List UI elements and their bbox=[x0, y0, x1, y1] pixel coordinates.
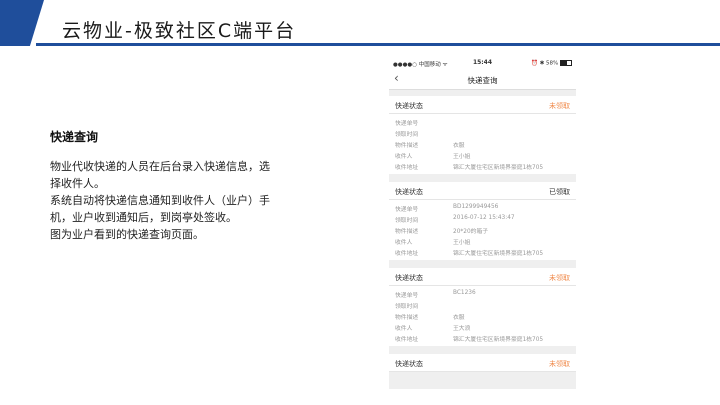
status-label: 快递状态 bbox=[395, 360, 423, 368]
field-value: 2016-07-12 15:43:47 bbox=[453, 215, 515, 221]
field-value: 王大浪 bbox=[453, 326, 471, 332]
status-badge: 未领取 bbox=[549, 360, 570, 368]
express-field-row: 收件人 王大浪 bbox=[389, 321, 576, 332]
status-badge: 已领取 bbox=[549, 188, 570, 196]
field-label: 物件描述 bbox=[395, 315, 419, 321]
battery-icon bbox=[560, 60, 572, 66]
feature-description: 快递查询 物业代收快递的人员在后台录入快递信息，选 择收件人。 系统自动将快递信… bbox=[50, 128, 300, 243]
field-value: 20*20的箱子 bbox=[453, 229, 489, 235]
express-field-row: 快递单号 BD1299949456 bbox=[389, 202, 576, 213]
express-field-row: 领取时间 bbox=[389, 299, 576, 310]
express-card[interactable]: 快递状态 未领取快递单号 BC1236 领取时间物件描述 衣服收件人 王大浪收件地址 锦汇大… bbox=[389, 268, 576, 346]
field-label: 收件人 bbox=[395, 154, 413, 160]
express-field-row: 领取时间 2016-07-12 15:43:47 bbox=[389, 213, 576, 224]
field-label: 物件描述 bbox=[395, 143, 419, 149]
description-heading: 快递查询 bbox=[50, 130, 99, 144]
field-label: 收件地址 bbox=[395, 251, 419, 257]
status-label: 快递状态 bbox=[395, 188, 423, 196]
express-fields: 快递单号领取时间物件描述 衣服收件人 王小姐收件地址 锦汇大厦住宅区新境界豪庭1栋70… bbox=[389, 114, 576, 174]
field-label: 快递单号 bbox=[395, 207, 419, 213]
express-card-header: 快递状态 未领取 bbox=[389, 96, 576, 114]
express-field-row: 物件描述 衣服 bbox=[389, 310, 576, 321]
field-label: 收件地址 bbox=[395, 165, 419, 171]
field-value: BD1299949456 bbox=[453, 204, 499, 210]
slide-title: 云物业-极致社区C端平台 bbox=[62, 20, 297, 42]
express-card-header: 快递状态 已领取 bbox=[389, 182, 576, 200]
field-value: BC1236 bbox=[453, 290, 476, 296]
status-label: 快递状态 bbox=[395, 102, 423, 110]
express-field-row: 领取时间 bbox=[389, 127, 576, 138]
description-line: 机，业户收到通知后，到岗亭处签收。 bbox=[50, 211, 237, 224]
field-label: 领取时间 bbox=[395, 218, 419, 224]
phone-nav-bar: ‹ 快递查询 bbox=[389, 69, 576, 90]
express-card-header: 快递状态 未领取 bbox=[389, 268, 576, 286]
express-card[interactable]: 快递状态 未领取快递单号领取时间物件描述 衣服收件人 王小姐收件地址 锦汇大厦住宅区新境… bbox=[389, 96, 576, 174]
field-value: 王小姐 bbox=[453, 154, 471, 160]
express-card[interactable]: 快递状态 已领取快递单号 BD1299949456 领取时间 2016-07-12 15… bbox=[389, 182, 576, 260]
express-fields: 快递单号 BD1299949456 领取时间 2016-07-12 15:43:47 物… bbox=[389, 200, 576, 260]
description-line: 图为业户看到的快递查询页面。 bbox=[50, 228, 204, 241]
field-label: 收件人 bbox=[395, 240, 413, 246]
field-value: 衣服 bbox=[453, 143, 465, 149]
express-field-row: 收件人 王小姐 bbox=[389, 149, 576, 160]
express-field-row: 收件地址 锦汇大厦住宅区新境界豪庭1栋705 bbox=[389, 246, 576, 257]
slide-header: 云物业-极致社区C端平台 bbox=[0, 0, 720, 46]
field-value: 衣服 bbox=[453, 315, 465, 321]
express-field-row: 收件地址 锦汇大厦住宅区新境界豪庭1栋705 bbox=[389, 160, 576, 171]
field-value: 锦汇大厦住宅区新境界豪庭1栋705 bbox=[453, 251, 544, 257]
field-value: 锦汇大厦住宅区新境界豪庭1栋705 bbox=[453, 165, 544, 171]
header-accent-shape bbox=[0, 0, 44, 46]
express-field-row: 物件描述 20*20的箱子 bbox=[389, 224, 576, 235]
field-value: 王小姐 bbox=[453, 240, 471, 246]
phone-screenshot: ●●●●○ 中国移动 ᯤ 15:44 ⏰ ✱ 58% ‹ 快递查询 快递状态未领… bbox=[389, 56, 576, 389]
field-label: 快递单号 bbox=[395, 293, 419, 299]
field-label: 领取时间 bbox=[395, 132, 419, 138]
battery-label: ⏰ ✱ 58% bbox=[531, 60, 559, 67]
battery-indicator: ⏰ ✱ 58% bbox=[531, 60, 572, 67]
express-card-header: 快递状态 未领取 bbox=[389, 354, 576, 372]
express-field-row: 快递单号 bbox=[389, 116, 576, 127]
description-text: 物业代收快递的人员在后台录入快递信息，选 择收件人。 系统自动将快递信息通知到收… bbox=[50, 158, 300, 243]
phone-status-bar: ●●●●○ 中国移动 ᯤ 15:44 ⏰ ✱ 58% bbox=[389, 56, 576, 69]
express-field-row: 快递单号 BC1236 bbox=[389, 288, 576, 299]
header-underline bbox=[36, 43, 720, 46]
express-card[interactable]: 快递状态 未领取 bbox=[389, 354, 576, 372]
express-fields: 快递单号 BC1236 领取时间物件描述 衣服收件人 王大浪收件地址 锦汇大厦住宅区新境界… bbox=[389, 286, 576, 346]
field-label: 收件人 bbox=[395, 326, 413, 332]
field-label: 领取时间 bbox=[395, 304, 419, 310]
express-card-list: 快递状态 未领取 快递单号 领取时间 物件描述 衣服 收件人 王小姐 收件地址 锦汇大厦住宅区新境… bbox=[389, 96, 576, 372]
field-label: 快递单号 bbox=[395, 121, 419, 127]
field-label: 收件地址 bbox=[395, 337, 419, 343]
express-field-row: 收件地址 锦汇大厦住宅区新境界豪庭1栋705 bbox=[389, 332, 576, 343]
nav-title: 快递查询 bbox=[467, 76, 498, 85]
description-line: 择收件人。 bbox=[50, 177, 105, 190]
express-field-row: 物件描述 衣服 bbox=[389, 138, 576, 149]
status-badge: 未领取 bbox=[549, 274, 570, 282]
express-field-row: 收件人 王小姐 bbox=[389, 235, 576, 246]
description-line: 物业代收快递的人员在后台录入快递信息，选 bbox=[50, 160, 270, 173]
description-line: 系统自动将快递信息通知到收件人（业户）手 bbox=[50, 194, 270, 207]
status-label: 快递状态 bbox=[395, 274, 423, 282]
field-label: 物件描述 bbox=[395, 229, 419, 235]
status-badge: 未领取 bbox=[549, 102, 570, 110]
field-value: 锦汇大厦住宅区新境界豪庭1栋705 bbox=[453, 337, 544, 343]
